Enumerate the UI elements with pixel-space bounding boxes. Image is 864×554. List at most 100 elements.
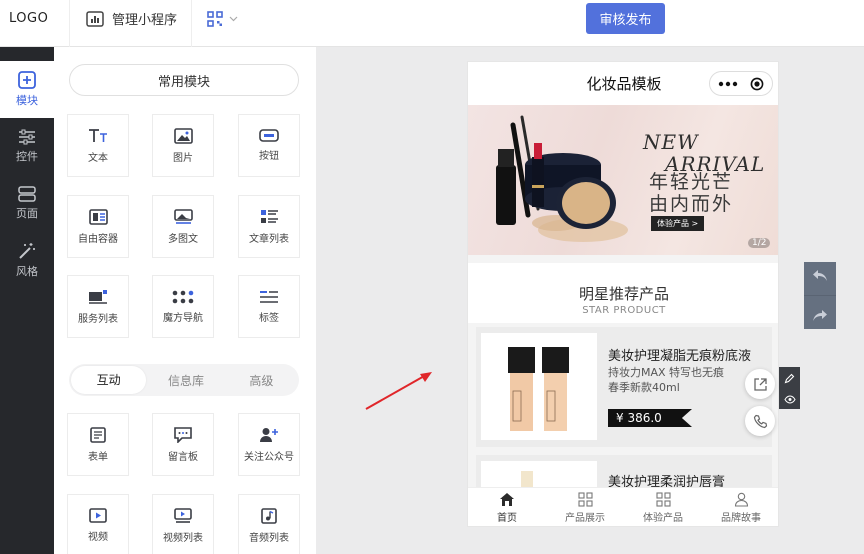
phone-icon [753, 414, 767, 428]
product-desc-line2: 春季新款40ml [608, 381, 680, 394]
module-label: 自由容器 [78, 233, 118, 245]
video-list-icon [174, 507, 192, 523]
container-icon [88, 208, 108, 225]
tab-label: 品牌故事 [721, 513, 761, 524]
module-grid-nav[interactable]: 魔方导航 [152, 275, 214, 338]
module-service-list[interactable]: 服务列表 [67, 275, 129, 338]
more-dots-icon [718, 81, 738, 87]
tab-interactive[interactable]: 互动 [71, 366, 147, 394]
module-form[interactable]: 表单 [67, 413, 129, 476]
service-list-icon [89, 289, 107, 304]
annotation-arrow-icon [365, 372, 432, 410]
text-icon [89, 128, 107, 142]
section-subtitle: STAR PRODUCT [582, 305, 666, 316]
video-icon [89, 508, 107, 523]
tab-experience[interactable]: 体验产品 [624, 488, 702, 526]
module-label: 文本 [88, 152, 108, 164]
button-icon [259, 129, 279, 142]
phone-preview: 化妆品模板 NEW ARRIVAL 年轻光芒 由内而外 体验产品 > 1/2 明… [467, 61, 779, 527]
product-description: 持妆力MAX 特写也无痕 春季新款40ml [608, 365, 724, 395]
banner-cta-button[interactable]: 体验产品 > [651, 216, 705, 231]
page-icon [18, 186, 36, 202]
module-text[interactable]: 文本 [67, 114, 129, 177]
home-icon [500, 493, 514, 506]
module-video-list[interactable]: 视频列表 [152, 494, 214, 554]
banner-page-indicator: 1/2 [748, 238, 771, 248]
share-button[interactable] [745, 369, 775, 399]
phone-call-button[interactable] [745, 406, 775, 436]
module-label: 服务列表 [78, 313, 118, 325]
module-multi-image[interactable]: 多图文 [152, 195, 214, 258]
tab-home[interactable]: 首页 [468, 488, 546, 526]
module-label: 多图文 [168, 233, 198, 245]
module-label: 图片 [173, 152, 193, 164]
rail-item-modules[interactable]: 模块 [0, 61, 54, 118]
star-product-header: 明星推荐产品 STAR PRODUCT [468, 263, 778, 323]
rail-item-style[interactable]: 风格 [0, 232, 54, 289]
eye-icon[interactable] [783, 394, 796, 404]
audio-list-icon [261, 507, 277, 524]
undo-redo-panel [804, 262, 836, 329]
redo-icon[interactable] [812, 309, 828, 322]
product-desc-line1: 持妆力MAX 特写也无痕 [608, 366, 725, 379]
tab-label: 产品展示 [565, 513, 605, 524]
banner-slogan-line2: 由内而外 [649, 193, 734, 215]
module-label: 按钮 [259, 151, 279, 162]
module-article-list[interactable]: 文章列表 [238, 195, 300, 258]
rail-label: 页面 [16, 207, 38, 220]
rail-item-controls[interactable]: 控件 [0, 118, 54, 175]
banner-slogan-line1: 年轻光芒 [649, 171, 734, 193]
rail-label: 风格 [16, 265, 38, 278]
module-message-board[interactable]: 留言板 [152, 413, 214, 476]
foundation-bottles-image [508, 347, 569, 431]
tab-library[interactable]: 信息库 [148, 372, 223, 389]
module-image[interactable]: 图片 [152, 114, 214, 177]
grid-nav-icon [172, 290, 194, 303]
rail-item-pages[interactable]: 页面 [0, 175, 54, 232]
plus-square-icon [18, 71, 36, 89]
module-label: 魔方导航 [163, 312, 203, 324]
close-target-icon [750, 77, 764, 91]
phone-header: 化妆品模板 [468, 62, 778, 105]
module-label: 标签 [259, 312, 279, 324]
divider [69, 0, 70, 47]
module-label: 文章列表 [249, 233, 289, 245]
module-video[interactable]: 视频 [67, 494, 129, 554]
module-button[interactable]: 按钮 [238, 114, 300, 177]
module-audio-list[interactable]: 音频列表 [238, 494, 300, 554]
top-bar: LOGO 管理小程序 审核发布 [0, 0, 864, 47]
module-tag[interactable]: 标签 [238, 275, 300, 338]
module-free-container[interactable]: 自由容器 [67, 195, 129, 258]
module-edit-tools [779, 367, 800, 409]
module-follow-account[interactable]: 关注公众号 [238, 413, 300, 476]
article-list-icon [260, 209, 278, 223]
tab-advanced[interactable]: 高级 [224, 372, 299, 389]
publish-button[interactable]: 审核发布 [586, 3, 665, 34]
tab-label: 体验产品 [643, 513, 683, 524]
tab-brand-story[interactable]: 品牌故事 [702, 488, 778, 526]
banner-headline: NEW ARRIVAL [643, 131, 765, 175]
product-card[interactable]: 美妆护理凝脂无痕粉底液 持妆力MAX 特写也无痕 春季新款40ml ¥ 386.… [476, 327, 772, 447]
banner-line-new: NEW [643, 130, 699, 154]
module-label: 表单 [88, 451, 108, 463]
manage-label: 管理小程序 [112, 13, 178, 28]
tab-products[interactable]: 产品展示 [546, 488, 624, 526]
banner-carousel[interactable]: NEW ARRIVAL 年轻光芒 由内而外 体验产品 > 1/2 [468, 105, 778, 255]
qr-code-icon [207, 11, 223, 27]
user-icon [734, 492, 748, 507]
magic-wand-icon [19, 243, 35, 259]
sliders-icon [19, 129, 35, 145]
form-icon [90, 426, 106, 443]
edit-pencil-icon[interactable] [784, 373, 795, 384]
cosmetics-product-image [496, 115, 628, 242]
divider [191, 0, 192, 47]
product-image [481, 333, 597, 440]
undo-icon[interactable] [812, 269, 828, 282]
miniprogram-capsule[interactable] [709, 71, 773, 96]
manage-miniprogram-button[interactable]: 管理小程序 [86, 9, 177, 28]
grid-icon [655, 492, 671, 507]
module-category-tabs: 互动 信息库 高级 [69, 364, 299, 396]
phone-tab-bar: 首页 产品展示 体验产品 品牌故事 [468, 487, 778, 526]
follow-user-icon [260, 427, 278, 442]
qr-code-button[interactable] [207, 11, 238, 27]
